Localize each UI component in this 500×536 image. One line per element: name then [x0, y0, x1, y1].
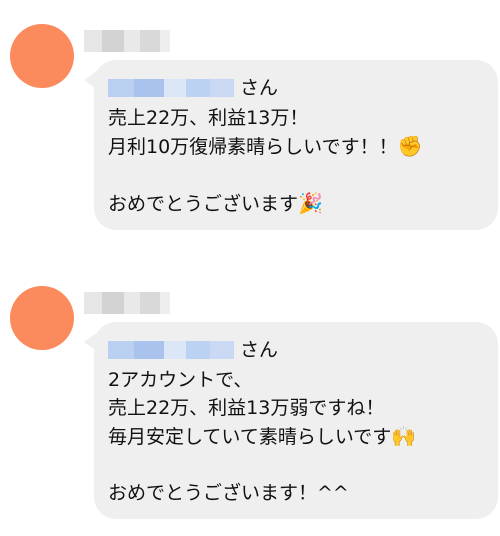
message-line-text: 毎月安定していて素晴らしいです [108, 426, 392, 448]
party-popper-emoji-icon: 🎉 [298, 191, 323, 215]
message-line: 売上22万、利益13万弱ですね！ [108, 397, 385, 419]
avatar[interactable] [10, 24, 74, 88]
message-line: 売上22万、利益13万！ [108, 107, 309, 129]
message-bubble[interactable]: さん 2アカウントで、 売上22万、利益13万弱ですね！ 毎月安定していて素晴ら… [94, 322, 498, 519]
mention-line: さん [108, 74, 484, 102]
sender-name-redacted [84, 292, 170, 314]
message-line-text: おめでとうございます [108, 193, 299, 215]
message-line: 2アカウントで、 [108, 369, 253, 391]
mention-line: さん [108, 336, 484, 364]
message-line: おめでとうございます！^^ [108, 482, 349, 504]
message-line: おめでとうございます🎉 [108, 189, 484, 218]
mention-redacted[interactable] [108, 341, 234, 359]
avatar[interactable] [10, 286, 74, 350]
message-line: 月利10万復帰素晴らしいです！！✊ [108, 132, 484, 161]
mention-suffix: さん [240, 339, 279, 361]
mention-redacted[interactable] [108, 79, 234, 97]
sender-name-redacted [84, 30, 170, 52]
mention-suffix: さん [240, 77, 279, 99]
raising-hands-emoji-icon: 🙌 [391, 424, 417, 448]
message-bubble[interactable]: さん 売上22万、利益13万！ 月利10万復帰素晴らしいです！！✊ おめでとうご… [94, 60, 498, 230]
raised-fist-emoji-icon: ✊ [397, 134, 423, 158]
message-line-text: 月利10万復帰素晴らしいです！！ [108, 136, 398, 158]
message-line: 毎月安定していて素晴らしいです🙌 [108, 422, 484, 451]
